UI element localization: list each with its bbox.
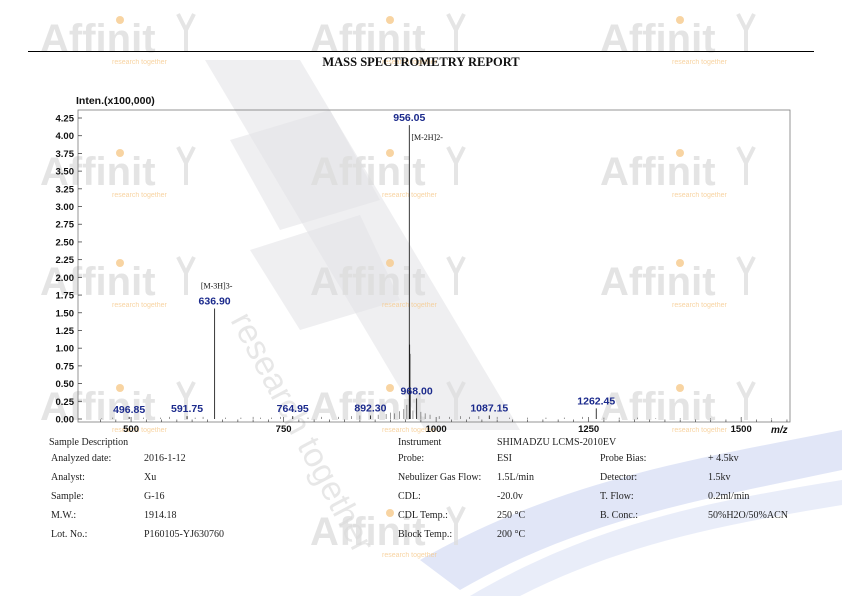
y-tick-label: 0.50 bbox=[56, 379, 75, 390]
info-value: 2016-1-12 bbox=[144, 453, 186, 464]
mass-spectrum-chart: Inten.(x100,000) m/z 0.00 0.25 0.50 0.75 1.0… bbox=[56, 95, 791, 436]
y-tick-label: 2.75 bbox=[56, 220, 75, 231]
peak-label: 764.95 bbox=[277, 403, 309, 415]
info-label: Block Temp.: bbox=[398, 529, 453, 540]
x-tick-label: 1000 bbox=[426, 424, 447, 435]
ion-annotation: [M-3H]3- bbox=[201, 282, 233, 291]
plot-frame bbox=[77, 109, 791, 423]
y-tick-label: 1.75 bbox=[56, 291, 75, 302]
peak-labels: 496.85 591.75 636.90 [M-3H]3- 764.95 892.30 95… bbox=[113, 112, 615, 416]
y-tick-label: 3.50 bbox=[56, 167, 75, 178]
peak-label: 956.05 bbox=[393, 112, 425, 124]
info-value: Xu bbox=[144, 472, 157, 483]
info-value: 0.2ml/min bbox=[708, 491, 750, 502]
info-label: Sample: bbox=[51, 491, 84, 502]
info-value: 250 °C bbox=[497, 510, 526, 521]
y-tick-label: 3.25 bbox=[56, 184, 75, 195]
info-label: Probe Bias: bbox=[600, 453, 647, 464]
info-value: 200 °C bbox=[497, 529, 526, 540]
x-tick-label: 1500 bbox=[731, 424, 752, 435]
y-tick-label: 0.00 bbox=[56, 415, 75, 426]
x-axis-label: m/z bbox=[771, 425, 788, 436]
info-label: Analyzed date: bbox=[51, 453, 112, 464]
y-tick-label: 3.00 bbox=[56, 202, 75, 213]
y-tick-label: 0.75 bbox=[56, 361, 75, 372]
peak-label: 636.90 bbox=[199, 296, 231, 308]
x-tick-label: 750 bbox=[276, 424, 292, 435]
info-value: + 4.5kv bbox=[708, 453, 739, 464]
x-ticks: 500 750 1000 1250 1500 bbox=[100, 417, 788, 435]
peaks bbox=[128, 125, 597, 419]
y-tick-label: 3.75 bbox=[56, 149, 75, 160]
info-value: -20.0v bbox=[497, 491, 523, 502]
peak-label: 496.85 bbox=[113, 404, 145, 416]
y-tick-label: 1.00 bbox=[56, 344, 75, 355]
info-label: B. Conc.: bbox=[600, 510, 639, 521]
info-value: 1.5kv bbox=[708, 472, 731, 483]
peak-label: 1262.45 bbox=[577, 395, 615, 407]
info-label: Analyst: bbox=[51, 472, 85, 483]
y-tick-label: 2.25 bbox=[56, 255, 75, 266]
ion-annotation: [M-2H]2- bbox=[411, 133, 443, 142]
y-axis-label: Inten.(x100,000) bbox=[76, 95, 155, 107]
info-label: CDL Temp.: bbox=[398, 510, 448, 521]
info-label: CDL: bbox=[398, 491, 421, 502]
y-tick-label: 4.00 bbox=[56, 131, 75, 142]
y-tick-label: 1.25 bbox=[56, 326, 75, 337]
info-value: 1914.18 bbox=[144, 510, 177, 521]
instrument-label: Instrument bbox=[398, 437, 442, 448]
y-tick-label: 1.50 bbox=[56, 308, 75, 319]
info-label: T. Flow: bbox=[600, 491, 634, 502]
info-value: ESI bbox=[497, 453, 512, 464]
peak-label: 968.00 bbox=[401, 385, 433, 397]
info-label: Nebulizer Gas Flow: bbox=[398, 472, 482, 483]
info-value: 1.5L/min bbox=[497, 472, 534, 483]
info-label: M.W.: bbox=[51, 510, 77, 521]
info-label: Detector: bbox=[600, 472, 638, 483]
sample-description-title: Sample Description bbox=[49, 437, 129, 448]
peak-label: 1087.15 bbox=[470, 402, 508, 414]
peak-label: 591.75 bbox=[171, 403, 203, 415]
info-value: 50%H2O/50%ACN bbox=[708, 510, 788, 521]
y-tick-label: 2.00 bbox=[56, 273, 75, 284]
info-value: G-16 bbox=[144, 491, 165, 502]
info-label: Lot. No.: bbox=[51, 529, 88, 540]
y-tick-label: 0.25 bbox=[56, 397, 75, 408]
info-label: Probe: bbox=[398, 453, 425, 464]
info-value: P160105-YJ630760 bbox=[144, 529, 225, 540]
instrument-value: SHIMADZU LCMS-2010EV bbox=[497, 437, 617, 448]
x-tick-label: 500 bbox=[123, 424, 139, 435]
peak-label: 892.30 bbox=[354, 402, 386, 414]
y-tick-label: 2.50 bbox=[56, 237, 75, 248]
x-tick-label: 1250 bbox=[578, 424, 599, 435]
y-tick-label: 4.25 bbox=[56, 114, 75, 125]
